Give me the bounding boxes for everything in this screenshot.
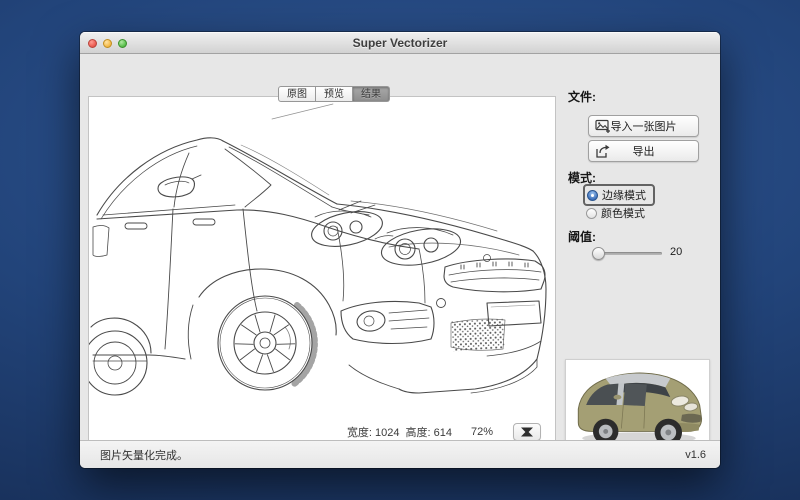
fit-to-window-icon — [520, 427, 534, 437]
threshold-value: 20 — [670, 246, 682, 258]
import-image-button[interactable]: 导入一张图片 — [588, 115, 699, 137]
vectorized-car-drawing — [89, 97, 556, 450]
tab-preview[interactable]: 预览 — [316, 86, 353, 102]
tab-original[interactable]: 原图 — [278, 86, 316, 102]
source-car-photo — [566, 360, 709, 451]
radio-selected-icon — [587, 190, 598, 201]
zoom-percent: 72% — [471, 426, 493, 438]
export-label: 导出 — [633, 143, 655, 159]
edge-mode-label: 边缘模式 — [602, 187, 646, 203]
tab-result[interactable]: 结果 — [353, 86, 390, 102]
file-section-label: 文件: — [568, 88, 596, 105]
window-title: Super Vectorizer — [80, 32, 720, 54]
threshold-section-label: 阈值: — [568, 228, 596, 245]
radio-color-mode[interactable]: 颜色模式 — [586, 204, 645, 222]
export-button[interactable]: 导出 — [588, 140, 699, 162]
height-label: 高度: — [406, 427, 431, 439]
window-content: 宽度:1024 高度:614 72% 原图 预览 结果 文件: — [80, 54, 720, 440]
sidebar: 文件: 导入一张图片 导出 模式: — [565, 88, 712, 458]
color-mode-label: 颜色模式 — [601, 205, 645, 221]
status-message: 图片矢量化完成。 — [100, 447, 188, 463]
version-label: v1.6 — [685, 449, 706, 461]
image-plus-icon — [595, 119, 611, 134]
width-value: 1024 — [375, 427, 399, 439]
image-dimensions: 宽度:1024 高度:614 — [347, 424, 455, 440]
radio-unselected-icon — [586, 208, 597, 219]
view-tab-bar: 原图 预览 结果 — [278, 86, 390, 102]
slider-thumb[interactable] — [592, 247, 605, 260]
titlebar[interactable]: Super Vectorizer — [80, 32, 720, 54]
height-value: 614 — [434, 427, 452, 439]
slider-track[interactable] — [592, 252, 662, 255]
app-window: Super Vectorizer — [80, 32, 720, 468]
status-bar: 图片矢量化完成。 v1.6 — [80, 440, 720, 468]
threshold-slider: 20 — [565, 246, 712, 260]
radio-edge-mode[interactable]: 边缘模式 — [583, 184, 655, 206]
fit-to-window-button[interactable] — [513, 423, 541, 441]
canvas-status-row: 宽度:1024 高度:614 72% — [347, 423, 541, 441]
import-image-label: 导入一张图片 — [611, 118, 677, 134]
result-canvas: 宽度:1024 高度:614 72% — [88, 96, 556, 450]
source-image-thumbnail — [565, 359, 710, 452]
share-arrow-icon — [595, 144, 611, 159]
width-label: 宽度: — [347, 427, 372, 439]
